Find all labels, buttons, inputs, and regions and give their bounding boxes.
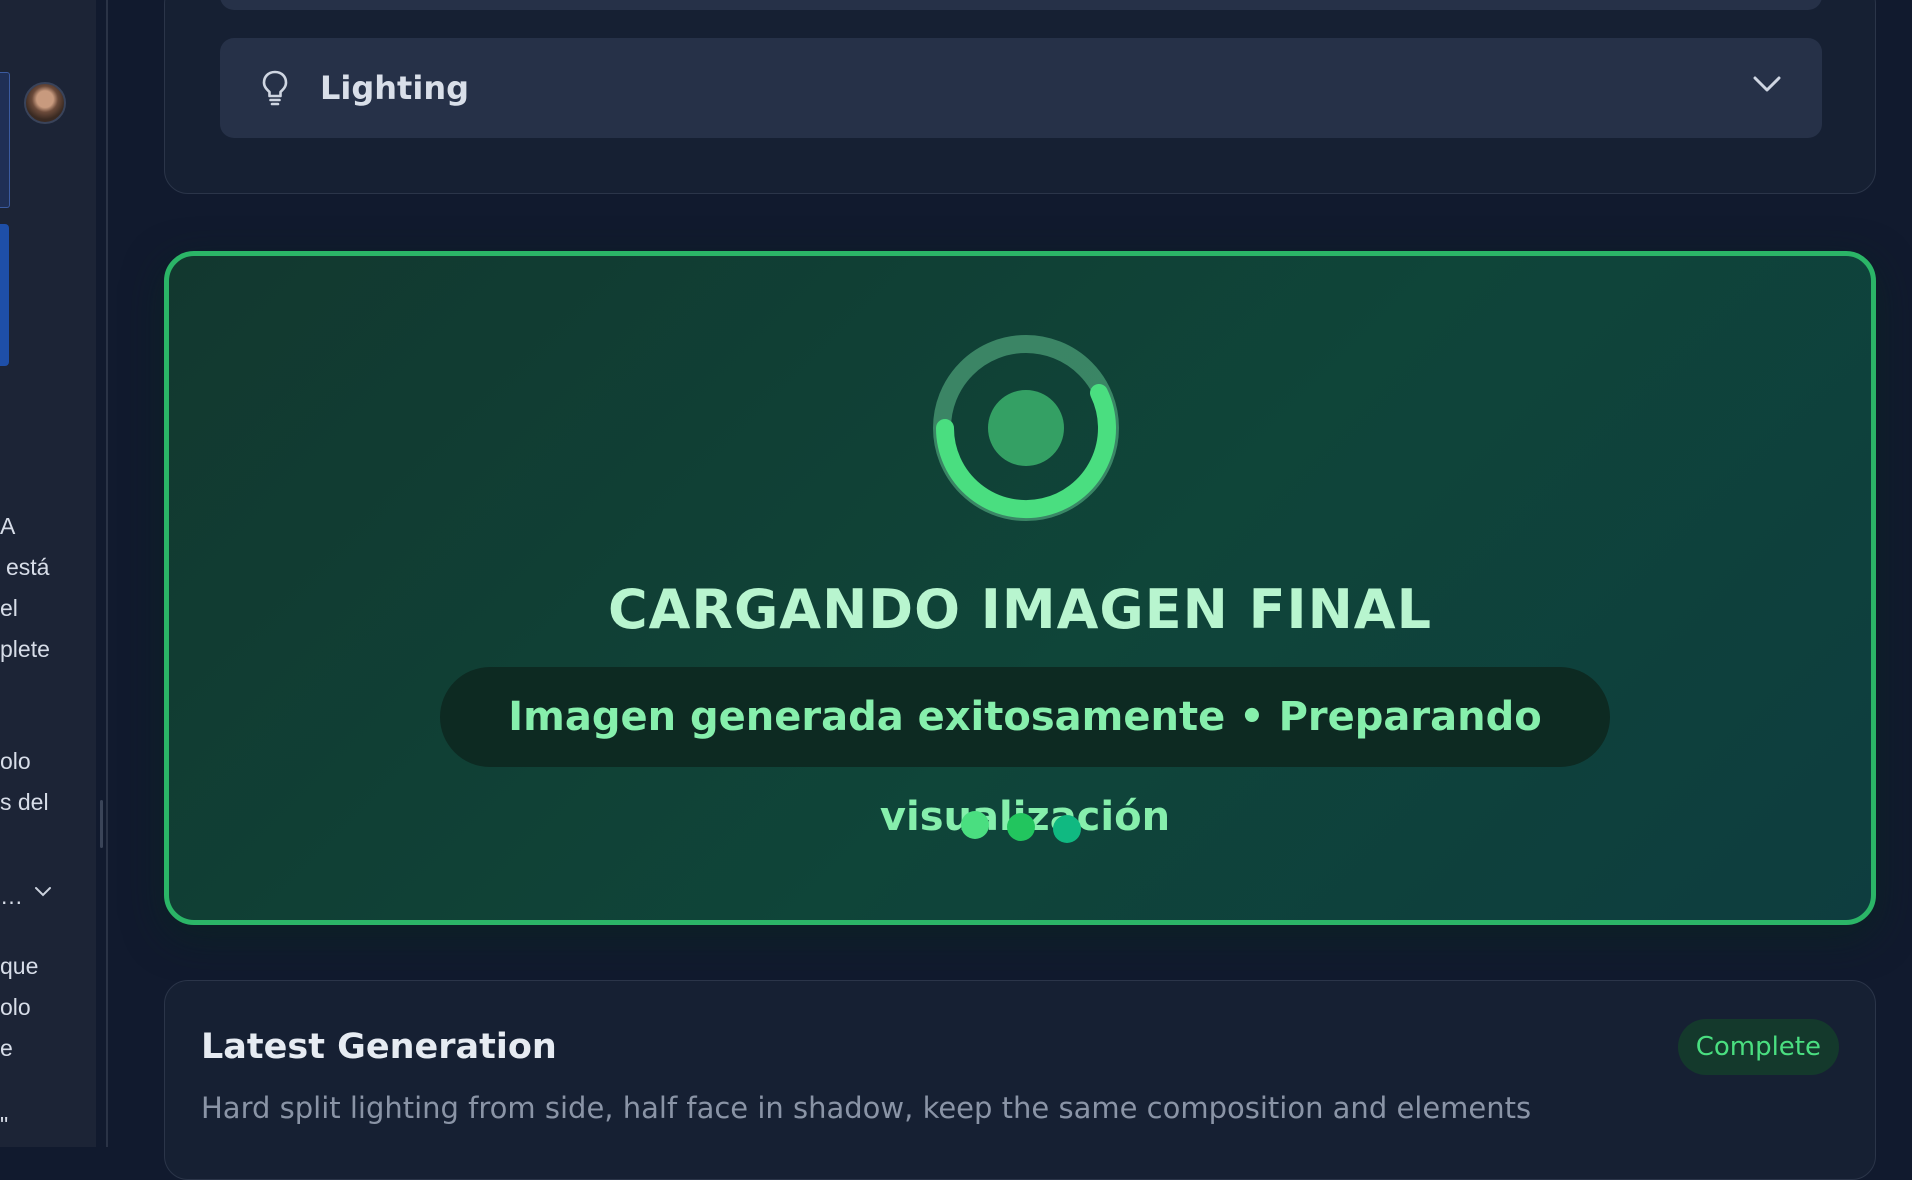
chevron-down-icon[interactable] xyxy=(34,886,52,898)
sidebar-divider xyxy=(106,0,108,1147)
sidebar-text-fragment: está xyxy=(6,554,50,580)
lighting-label: Lighting xyxy=(320,69,469,107)
spinner-icon xyxy=(933,335,1119,521)
sidebar-thumbnail[interactable] xyxy=(0,72,10,208)
sidebar-text-fragment: e xyxy=(0,1035,13,1061)
generation-prompt: Hard split lighting from side, half face… xyxy=(201,1091,1532,1125)
sidebar-thumbnail-selected[interactable] xyxy=(0,224,9,366)
sidebar-resize-handle[interactable] xyxy=(100,800,103,848)
sidebar-text-fragment: " xyxy=(0,1112,9,1138)
progress-dot xyxy=(1053,815,1081,843)
loading-final-image-panel: CARGANDO IMAGEN FINAL Imagen generada ex… xyxy=(164,251,1876,925)
collapsed-section-above[interactable] xyxy=(220,0,1822,10)
loading-title: CARGANDO IMAGEN FINAL xyxy=(607,578,1433,641)
sidebar-collapse-toggle-label[interactable]: … xyxy=(0,883,23,910)
chevron-down-icon[interactable] xyxy=(1752,74,1782,94)
lighting-accordion[interactable]: Lighting xyxy=(220,38,1822,138)
lightbulb-icon xyxy=(262,70,288,106)
sidebar-text-fragment: olo xyxy=(0,994,31,1020)
progress-dot xyxy=(1007,813,1035,841)
sidebar-text-fragment: plete xyxy=(0,636,50,662)
status-pill: Imagen generada exitosamente • Preparand… xyxy=(440,667,1610,840)
progress-dot xyxy=(961,811,989,839)
sidebar-text-fragment: olo xyxy=(0,748,31,774)
avatar xyxy=(24,82,66,124)
latest-generation-card: Latest Generation Complete Hard split li… xyxy=(164,980,1876,1180)
sidebar-text-fragment: s del xyxy=(0,789,49,815)
status-badge: Complete xyxy=(1677,1019,1839,1075)
sidebar-text-fragment: A xyxy=(0,513,16,539)
sidebar-text-fragment: que xyxy=(0,953,39,979)
latest-generation-title: Latest Generation xyxy=(201,1027,557,1067)
sidebar-text-fragment: el xyxy=(0,595,18,621)
